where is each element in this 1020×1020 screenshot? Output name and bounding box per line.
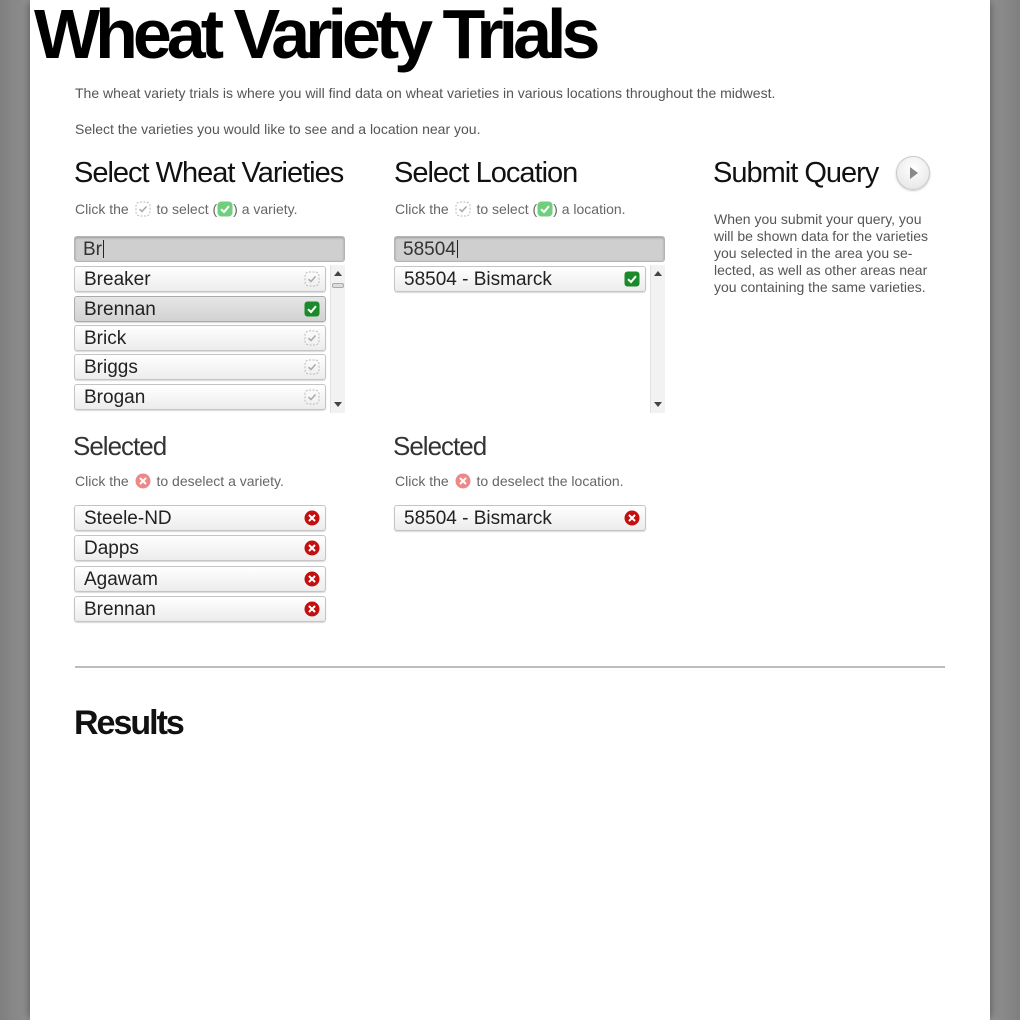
text-cursor (103, 240, 104, 258)
remove-x-icon (455, 473, 471, 492)
check-green-icon[interactable] (624, 271, 640, 292)
text-cursor (456, 240, 458, 258)
selected-variety-item: Dapps (74, 535, 326, 561)
submit-heading: Submit Query (713, 157, 879, 189)
intro-text: The wheat variety trials is where you wi… (75, 85, 776, 101)
selected-variety-list: Steele-ND Dapps Agawam Brennan (74, 505, 328, 625)
location-option-58504-bismarck[interactable]: 58504 - Bismarck (394, 266, 646, 292)
check-green-icon (217, 201, 233, 220)
check-outline-icon[interactable] (304, 271, 320, 292)
results-heading: Results (74, 704, 185, 742)
remove-x-icon[interactable] (304, 540, 320, 561)
location-list-scrollbar[interactable] (650, 265, 665, 413)
variety-option-breaker[interactable]: Breaker (74, 266, 326, 292)
site-title: Wheat Variety Trials (34, 0, 600, 73)
remove-x-icon (135, 473, 151, 492)
remove-x-icon[interactable] (304, 510, 320, 531)
variety-option-briggs[interactable]: Briggs (74, 354, 326, 380)
check-outline-icon[interactable] (304, 389, 320, 410)
selected-location-heading: Selected (393, 431, 487, 461)
variety-list: Breaker Brennan Brick Briggs Brogan (74, 265, 345, 413)
check-outline-icon (455, 201, 471, 220)
location-filter-input[interactable]: 58504 (394, 236, 665, 262)
submit-description: When you submit your query, you will be … (714, 211, 928, 295)
selected-variety-item: Agawam (74, 566, 326, 592)
selected-variety-item: Brennan (74, 596, 326, 622)
variety-list-scrollbar[interactable] (330, 265, 345, 413)
selected-location-item: 58504 - Bismarck (394, 505, 646, 531)
remove-x-icon[interactable] (624, 510, 640, 531)
remove-x-icon[interactable] (304, 571, 320, 592)
intro-instruction: Select the varieties you would like to s… (75, 121, 481, 137)
check-outline-icon[interactable] (304, 330, 320, 351)
selected-varieties-heading: Selected (73, 431, 167, 461)
selected-variety-item: Steele-ND (74, 505, 326, 531)
scroll-down-arrow-icon[interactable] (654, 402, 662, 407)
check-outline-icon (135, 201, 151, 220)
check-outline-icon[interactable] (304, 359, 320, 380)
scroll-up-arrow-icon[interactable] (334, 271, 342, 276)
page: Wheat Variety Trials The wheat variety t… (30, 0, 990, 1020)
variety-option-brennan[interactable]: Brennan (74, 296, 326, 322)
variety-option-brick[interactable]: Brick (74, 325, 326, 351)
selected-location-list: 58504 - Bismarck (394, 505, 648, 535)
results-area (74, 760, 944, 1000)
submit-query-button[interactable] (896, 156, 930, 190)
remove-x-icon[interactable] (304, 601, 320, 622)
check-green-icon[interactable] (304, 301, 320, 322)
varieties-heading: Select Wheat Varieties (74, 157, 344, 189)
scroll-down-arrow-icon[interactable] (334, 402, 342, 407)
play-arrow-icon (910, 167, 918, 179)
location-list: 58504 - Bismarck (394, 265, 665, 413)
variety-filter-input[interactable]: Br (74, 236, 345, 262)
scroll-up-arrow-icon[interactable] (654, 271, 662, 276)
section-divider (75, 666, 945, 668)
location-hint: Click the to select ( ) a location. (395, 201, 626, 220)
check-green-icon (537, 201, 553, 220)
deselect-variety-hint: Click the to deselect a variety. (75, 473, 284, 492)
scroll-thumb[interactable] (332, 283, 344, 288)
varieties-hint: Click the to select ( ) a variety. (75, 201, 297, 220)
deselect-location-hint: Click the to deselect the location. (395, 473, 624, 492)
location-heading: Select Location (394, 157, 578, 189)
variety-option-brogan[interactable]: Brogan (74, 384, 326, 410)
